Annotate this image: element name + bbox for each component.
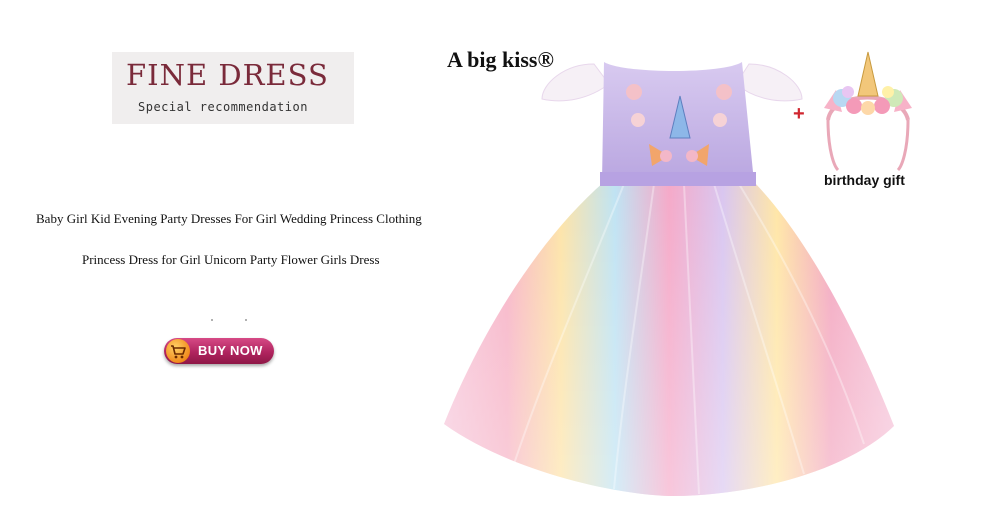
plus-sign: + bbox=[793, 103, 805, 125]
shopping-cart-icon bbox=[166, 339, 190, 363]
product-description-line1: Baby Girl Kid Evening Party Dresses For … bbox=[36, 211, 422, 226]
birthday-gift-label: birthday gift bbox=[824, 172, 905, 188]
shop-logo-banner: FINE DRESS Special recommendation bbox=[112, 52, 354, 124]
buy-now-button[interactable]: BUY NOW bbox=[164, 338, 274, 364]
brand-label: A big kiss® bbox=[447, 47, 554, 72]
unicorn-headband-image bbox=[824, 51, 912, 172]
logo-title: FINE DRESS bbox=[126, 58, 329, 92]
buy-now-label: BUY NOW bbox=[198, 343, 263, 358]
logo-subtitle: Special recommendation bbox=[138, 100, 308, 114]
product-description-line2: Princess Dress for Girl Unicorn Party Fl… bbox=[82, 252, 380, 267]
decorative-dots bbox=[211, 319, 247, 321]
